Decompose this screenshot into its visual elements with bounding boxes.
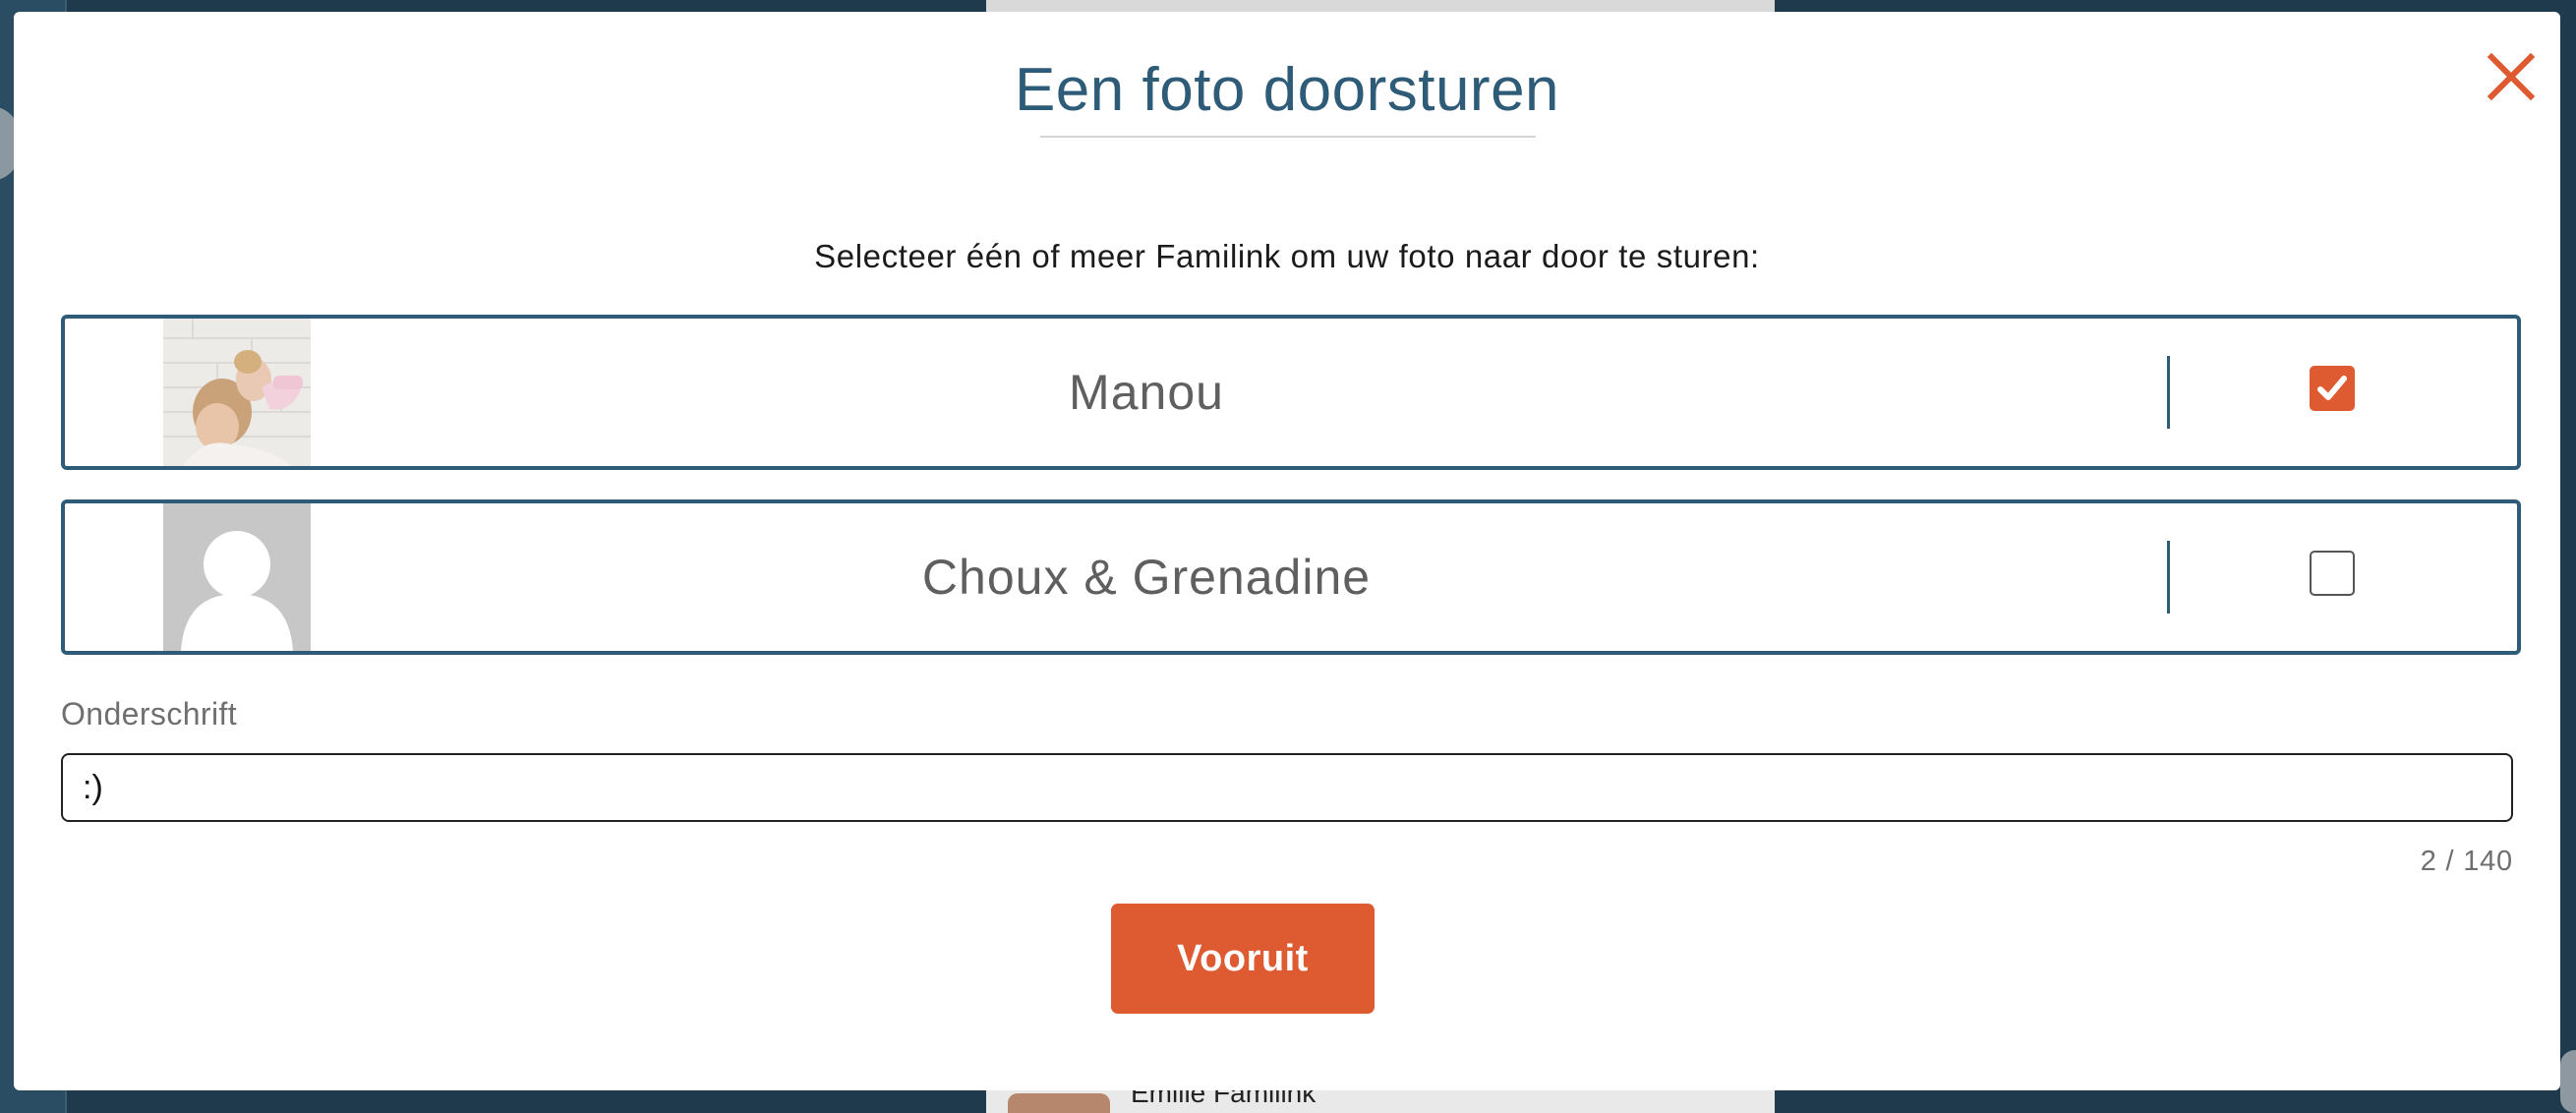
recipient-photo (163, 503, 311, 651)
recipient-name: Manou (1069, 365, 1224, 420)
row-divider (2167, 356, 2170, 429)
checkmark-icon (2317, 376, 2347, 400)
recipient-photo (163, 319, 311, 466)
caption-label: Onderschrift (61, 696, 238, 732)
caption-input[interactable] (61, 753, 2513, 822)
next-button[interactable]: Vooruit (1111, 904, 1375, 1014)
background-thumbnail (1008, 1093, 1110, 1113)
recipient-name: Choux & Grenadine (921, 550, 1372, 605)
instruction-text: Selecteer één of meer Familink om uw fot… (814, 238, 1760, 274)
row-divider (2167, 541, 2170, 614)
recipient-row-choux-grenadine[interactable]: Choux & Grenadine (61, 499, 2521, 655)
title-underline (1040, 136, 1536, 138)
recipient-row-manou[interactable]: Manou (61, 315, 2521, 470)
recipient-checkbox-unchecked[interactable] (2310, 551, 2355, 596)
forward-photo-dialog: Een foto doorsturen Selecteer één of mee… (14, 12, 2560, 1090)
family-photo-icon (163, 319, 311, 466)
close-icon (2487, 52, 2536, 101)
close-button[interactable] (2484, 49, 2539, 104)
background-scroll-knob (2560, 1050, 2576, 1113)
dialog-title: Een foto doorsturen (1014, 56, 1560, 124)
recipient-checkbox-checked[interactable] (2310, 366, 2355, 411)
default-avatar-icon (163, 503, 311, 651)
character-counter: 2 / 140 (2420, 846, 2513, 877)
